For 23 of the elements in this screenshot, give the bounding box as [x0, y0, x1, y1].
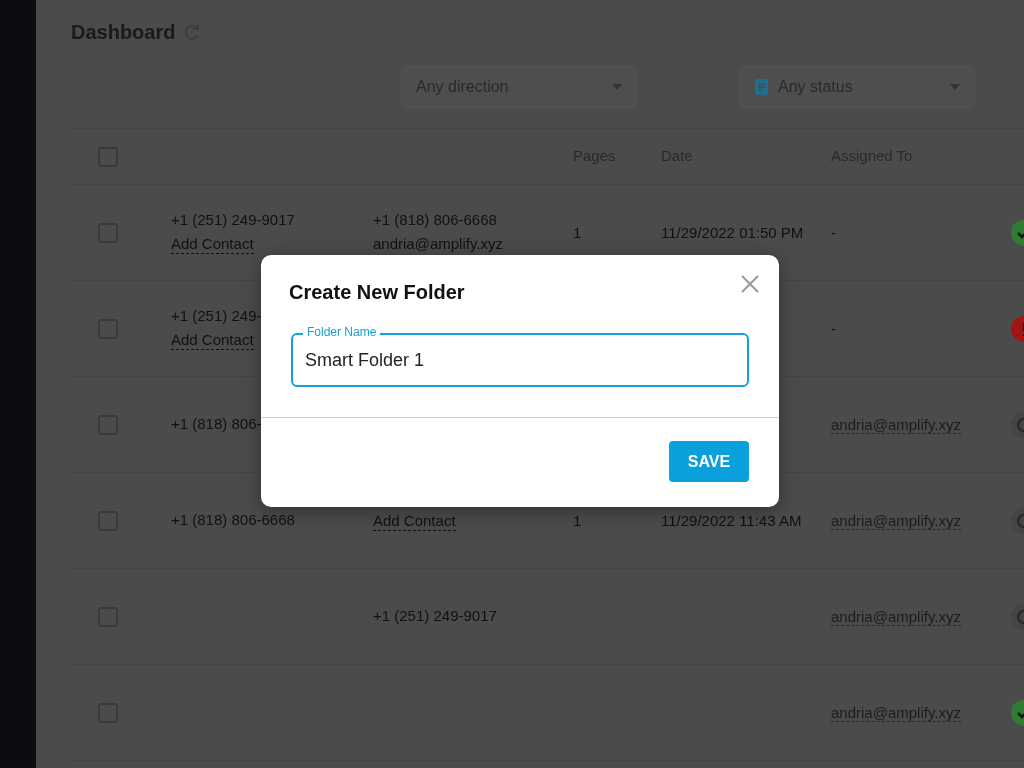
caret-icon	[612, 84, 622, 90]
caret-icon	[950, 84, 960, 90]
add-contact-link[interactable]: Add Contact	[171, 329, 254, 351]
date-text: 11/29/2022 11:43 AM	[661, 511, 802, 529]
dialog-title: Create New Folder	[289, 280, 465, 305]
phone-number: +1 (818) 806-6668	[373, 210, 498, 231]
close-icon[interactable]	[739, 273, 761, 295]
page-count: 1	[573, 223, 582, 241]
add-contact-link[interactable]: Add Contact	[373, 510, 456, 531]
assignee-text: -	[831, 223, 836, 241]
date-text: 11/29/2022 01:50 PM	[661, 223, 804, 241]
assignee-text: -	[831, 319, 836, 337]
email-text: andria@amplify.xyz	[373, 234, 503, 252]
document-icon	[754, 78, 770, 96]
phone-number: +1 (818) 806-	[171, 414, 263, 435]
field-label: Folder Name	[303, 325, 381, 339]
phone-number: +1 (251) 249-9017	[373, 606, 498, 627]
add-contact-link[interactable]: Add Contact	[171, 233, 254, 255]
phone-number: +1 (251) 249-9017	[171, 210, 296, 231]
phone-number: +1 (251) 249-	[171, 306, 263, 327]
phone-number: +1 (818) 806-6668	[171, 510, 296, 531]
page-count: 1	[573, 511, 582, 529]
save-button[interactable]: SAVE	[669, 441, 749, 482]
